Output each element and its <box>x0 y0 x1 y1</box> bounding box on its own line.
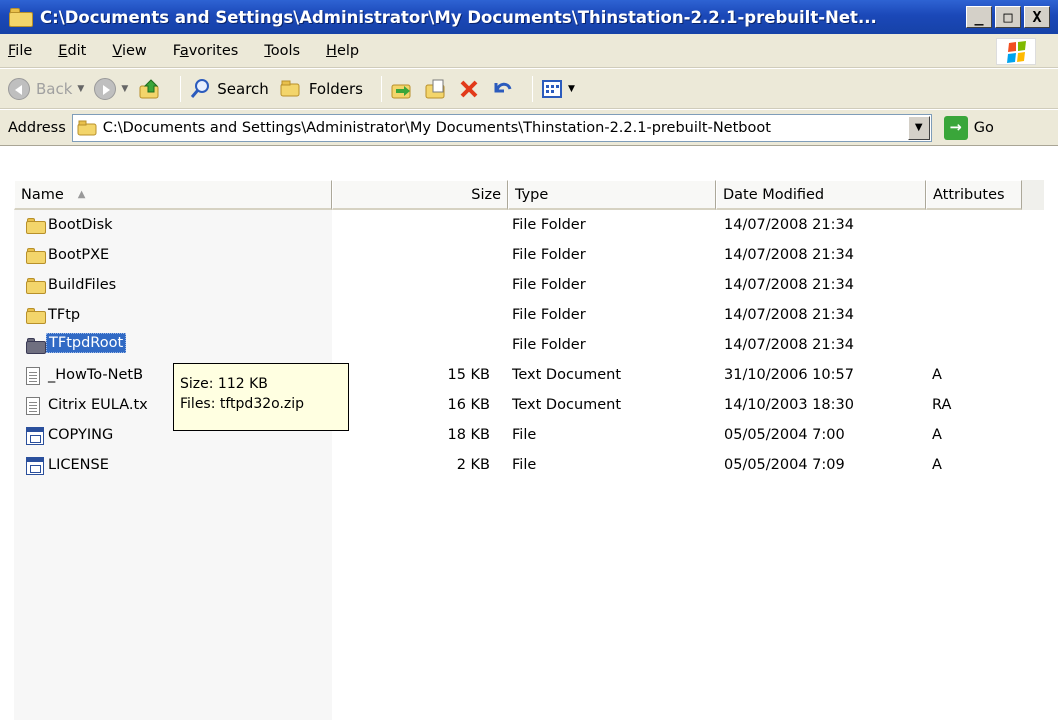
address-label: Address <box>8 119 66 136</box>
list-item-selected[interactable]: TFtpdRoot File Folder 14/07/2008 21:34 <box>22 333 1022 359</box>
up-folder-button[interactable] <box>138 77 162 101</box>
move-to-button[interactable] <box>390 77 414 101</box>
column-header-name[interactable]: Name ▲ <box>14 180 332 210</box>
text-document-icon <box>26 367 40 385</box>
column-header-attributes[interactable]: Attributes <box>926 180 1022 210</box>
tooltip-size: Size: 112 KB <box>180 376 268 392</box>
list-item[interactable]: BootPXE File Folder 14/07/2008 21:34 <box>22 243 1022 269</box>
menu-bar: File Edit View Favorites Tools Help <box>0 34 1058 68</box>
list-item[interactable]: BootDisk File Folder 14/07/2008 21:34 <box>22 213 1022 239</box>
menu-help[interactable]: Help <box>326 43 359 59</box>
delete-icon <box>460 80 478 97</box>
address-bar: Address C:\Documents and Settings\Admini… <box>0 110 1058 146</box>
chevron-down-icon: ▼ <box>914 122 923 133</box>
address-input[interactable]: C:\Documents and Settings\Administrator\… <box>71 113 932 142</box>
chevron-down-icon[interactable]: ▼ <box>77 84 84 94</box>
minimize-button[interactable]: _ <box>966 6 992 28</box>
folder-icon <box>26 278 46 294</box>
selected-item-name: TFtpdRoot <box>46 333 127 353</box>
folder-icon <box>26 338 46 354</box>
list-item[interactable]: Citrix EULA.tx 16 KB Text Document 14/10… <box>22 393 1022 419</box>
menu-file[interactable]: File <box>8 43 32 59</box>
menu-tools[interactable]: Tools <box>264 43 300 59</box>
menu-favorites[interactable]: Favorites <box>173 43 239 59</box>
column-header-date-modified[interactable]: Date Modified <box>716 180 926 210</box>
forward-arrow-icon <box>94 77 117 100</box>
chevron-down-icon[interactable]: ▼ <box>121 84 128 94</box>
folder-icon <box>77 120 97 135</box>
maximize-button[interactable]: □ <box>995 6 1021 28</box>
address-value: C:\Documents and Settings\Administrator\… <box>102 119 771 136</box>
go-arrow-icon: → <box>943 115 968 140</box>
list-item[interactable]: _HowTo-NetB 15 KB Text Document 31/10/20… <box>22 363 1022 389</box>
windows-logo-icon <box>996 38 1036 65</box>
copy-to-button[interactable] <box>424 77 448 101</box>
up-folder-icon <box>139 78 159 98</box>
info-tooltip: Size: 112 KB Files: tftpd32o.zip <box>173 363 349 431</box>
menu-edit[interactable]: Edit <box>58 43 86 59</box>
window-title: C:\Documents and Settings\Administrator\… <box>40 7 877 27</box>
menu-view[interactable]: View <box>112 43 146 59</box>
go-button[interactable]: → Go <box>943 115 994 140</box>
list-item[interactable]: COPYING 18 KB File 05/05/2004 7:00 A <box>22 423 1022 449</box>
forward-button[interactable]: ▼ <box>94 77 128 100</box>
views-icon <box>541 79 562 98</box>
toolbar: Back ▼ ▼ Search Folders ▼ <box>0 69 1058 109</box>
file-icon <box>26 457 44 475</box>
folder-icon <box>26 308 46 324</box>
back-arrow-icon <box>8 77 30 100</box>
move-to-icon <box>391 84 411 98</box>
folder-icon <box>26 218 46 234</box>
list-item[interactable]: BuildFiles File Folder 14/07/2008 21:34 <box>22 273 1022 299</box>
tooltip-files: Files: tftpd32o.zip <box>180 396 305 412</box>
column-header-size[interactable]: Size <box>332 180 508 210</box>
file-icon <box>26 427 44 445</box>
views-button[interactable]: ▼ <box>541 78 575 100</box>
list-item[interactable]: TFtp File Folder 14/07/2008 21:34 <box>22 303 1022 329</box>
folder-icon <box>8 6 34 28</box>
search-icon <box>191 78 210 98</box>
address-dropdown-button[interactable]: ▼ <box>907 115 930 140</box>
undo-button[interactable] <box>490 77 514 101</box>
back-button[interactable]: Back ▼ <box>8 77 84 100</box>
text-document-icon <box>26 397 40 415</box>
title-bar[interactable]: C:\Documents and Settings\Administrator\… <box>0 0 1058 34</box>
list-item[interactable]: LICENSE 2 KB File 05/05/2004 7:09 A <box>22 453 1022 479</box>
column-headers: Name ▲ Size Type Date Modified Attribute… <box>14 180 1044 210</box>
undo-icon <box>494 82 512 92</box>
close-button[interactable]: X <box>1024 6 1050 28</box>
folders-button[interactable]: Folders <box>279 78 363 100</box>
chevron-down-icon[interactable]: ▼ <box>568 84 575 94</box>
folders-icon <box>280 80 300 96</box>
column-header-type[interactable]: Type <box>508 180 716 210</box>
sort-ascending-icon: ▲ <box>77 189 86 200</box>
folder-icon <box>26 248 46 264</box>
delete-button[interactable] <box>458 78 480 100</box>
search-button[interactable]: Search <box>189 78 269 100</box>
copy-to-icon <box>425 79 445 98</box>
